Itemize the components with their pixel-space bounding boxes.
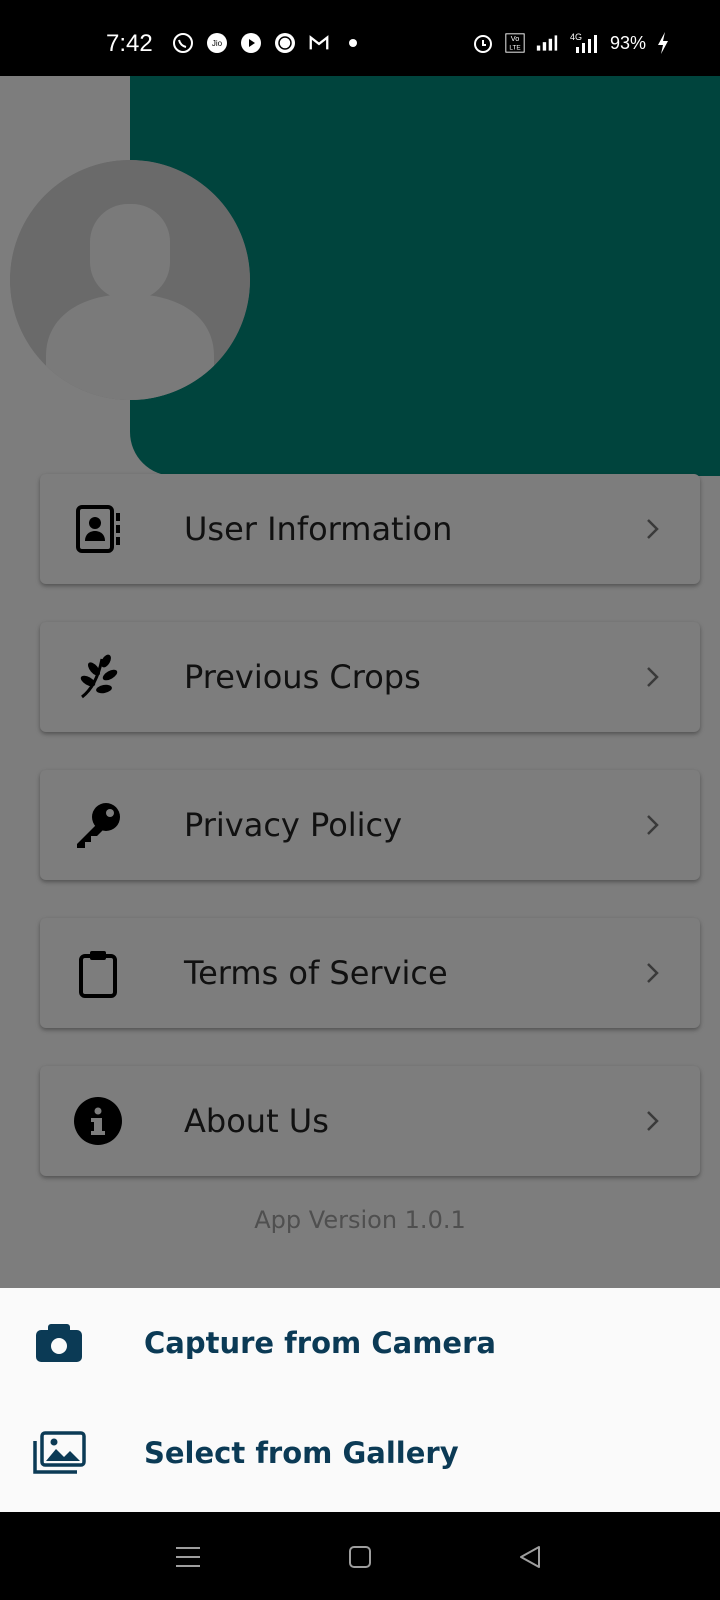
play-icon bbox=[240, 32, 262, 54]
charging-icon bbox=[656, 32, 670, 54]
svg-text:Jio: Jio bbox=[212, 39, 223, 48]
system-icons: Vo LTE 4G 93% bbox=[472, 32, 670, 54]
alarm-icon bbox=[472, 32, 494, 54]
whatsapp-icon bbox=[172, 32, 194, 54]
notification-icons: Jio bbox=[172, 32, 364, 54]
option-label: Select from Gallery bbox=[144, 1436, 459, 1470]
home-nav-button[interactable] bbox=[345, 1542, 375, 1572]
menu-nav-button[interactable] bbox=[173, 1542, 203, 1572]
signal-icon bbox=[536, 32, 558, 54]
profile-screen: User Information Previous Crops Privacy … bbox=[0, 76, 720, 1288]
status-bar: 7:42 Jio Vo LTE 4G 93% bbox=[0, 0, 720, 76]
status-time: 7:42 bbox=[106, 30, 153, 57]
jio-icon: Jio bbox=[206, 32, 228, 54]
battery-percent: 93% bbox=[609, 32, 646, 53]
gallery-icon bbox=[30, 1428, 88, 1478]
capture-from-camera-option[interactable]: Capture from Camera bbox=[0, 1288, 720, 1398]
dot-icon bbox=[342, 32, 364, 54]
option-label: Capture from Camera bbox=[144, 1326, 496, 1360]
svg-text:LTE: LTE bbox=[509, 44, 520, 51]
back-nav-button[interactable] bbox=[515, 1542, 545, 1572]
volte-icon: Vo LTE bbox=[504, 32, 526, 54]
rpe-icon bbox=[274, 32, 296, 54]
image-source-bottom-sheet: Capture from Camera Select from Gallery bbox=[0, 1288, 720, 1512]
select-from-gallery-option[interactable]: Select from Gallery bbox=[0, 1398, 720, 1508]
system-navigation-bar bbox=[0, 1512, 720, 1600]
camera-icon bbox=[30, 1318, 88, 1368]
svg-text:4G: 4G bbox=[570, 32, 582, 42]
gmail-icon bbox=[308, 32, 330, 54]
modal-scrim[interactable] bbox=[0, 76, 720, 1288]
svg-text:Vo: Vo bbox=[511, 34, 520, 43]
4g-signal-icon: 4G bbox=[568, 32, 600, 54]
